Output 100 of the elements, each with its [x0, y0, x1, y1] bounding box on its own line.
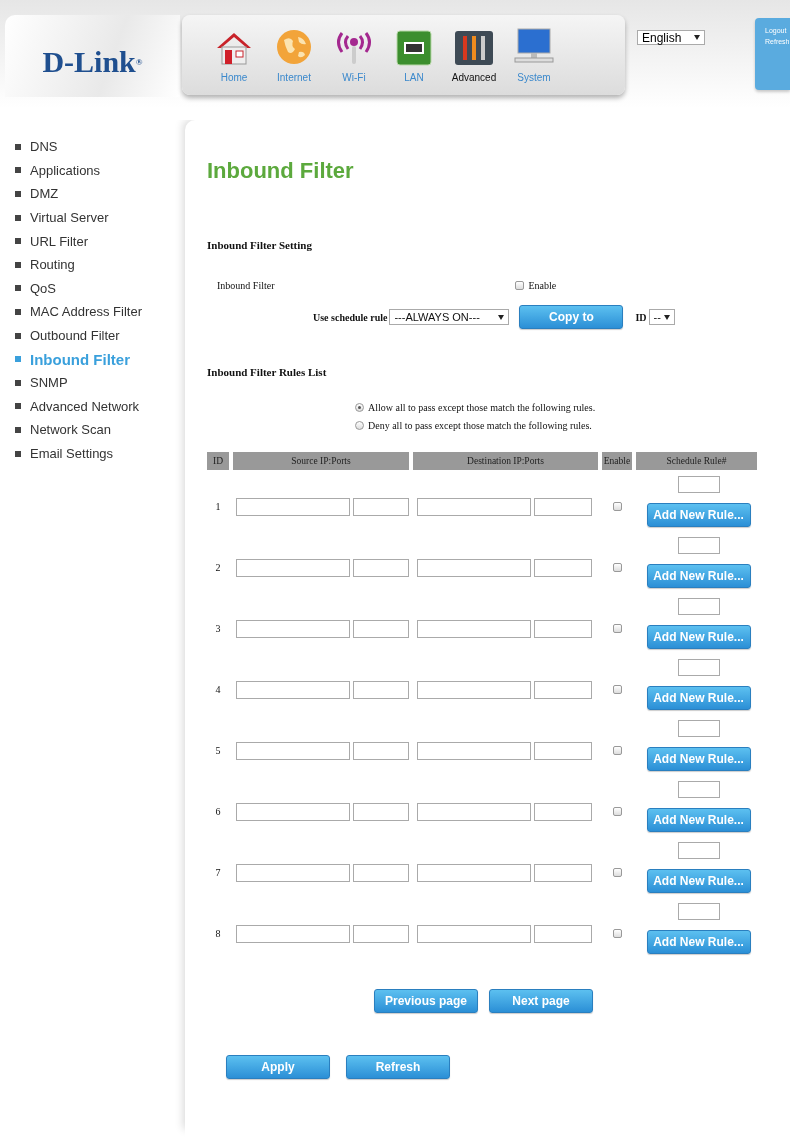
port-field[interactable] [353, 559, 409, 577]
tools-icon [454, 30, 494, 66]
add-rule-button[interactable]: Add New Rule... [646, 564, 751, 588]
checkbox[interactable] [612, 685, 622, 694]
ip-address-field[interactable] [236, 681, 351, 699]
schedule-rule-field[interactable] [677, 720, 720, 737]
ip-address-field[interactable] [417, 864, 531, 882]
radio-button[interactable] [355, 402, 364, 412]
checkbox[interactable] [612, 929, 622, 938]
sidebar-item[interactable]: Inbound Filter [30, 350, 130, 368]
section-heading: Inbound Filter Rules List [207, 366, 328, 378]
port-field[interactable] [353, 681, 409, 699]
port-field[interactable] [534, 681, 592, 699]
monitor-icon [514, 28, 554, 66]
port-field[interactable] [534, 925, 592, 943]
ip-address-field[interactable] [417, 498, 531, 516]
ip-address-field[interactable] [417, 925, 531, 943]
checkbox[interactable] [612, 807, 622, 816]
ip-address-field[interactable] [236, 864, 351, 882]
page-button[interactable]: Previous page [374, 989, 478, 1013]
add-rule-button[interactable]: Add New Rule... [646, 503, 751, 527]
schedule-rule-field[interactable] [677, 476, 720, 493]
schedule-rule-field[interactable] [677, 598, 720, 615]
checkbox[interactable] [612, 868, 622, 877]
port-field[interactable] [534, 498, 592, 516]
checkbox[interactable] [612, 502, 622, 511]
page-button[interactable]: Next page [489, 989, 593, 1013]
action-button[interactable]: Refresh [346, 1055, 450, 1079]
sidebar-item[interactable]: MAC Address Filter [30, 304, 142, 320]
sidebar-item[interactable]: URL Filter [30, 233, 89, 249]
port-field[interactable] [534, 803, 592, 821]
bullet-icon [15, 332, 21, 339]
port-field[interactable] [534, 559, 592, 577]
port-field[interactable] [353, 620, 409, 638]
add-rule-button[interactable]: Add New Rule... [646, 869, 751, 893]
row-id: 5 [215, 745, 221, 757]
schedule-rule-field[interactable] [677, 842, 720, 859]
port-field[interactable] [534, 864, 592, 882]
ip-address-field[interactable] [417, 803, 531, 821]
add-rule-button[interactable]: Add New Rule... [646, 747, 751, 771]
ip-address-field[interactable] [417, 681, 531, 699]
ip-address-field[interactable] [236, 803, 351, 821]
checkbox[interactable] [612, 563, 622, 572]
port-field[interactable] [353, 864, 409, 882]
checkbox[interactable] [514, 281, 524, 290]
sidebar-item[interactable]: Advanced Network [30, 398, 140, 414]
schedule-rule-field[interactable] [677, 537, 720, 554]
radio-button[interactable] [355, 420, 364, 430]
port-field[interactable] [353, 803, 409, 821]
ip-address-field[interactable] [417, 742, 531, 760]
dropdown-arrow-icon [498, 314, 505, 320]
id-select[interactable]: -- [648, 309, 675, 325]
sidebar-item[interactable]: DNS [30, 139, 58, 155]
port-field[interactable] [353, 925, 409, 943]
sidebar-item[interactable]: QoS [30, 280, 56, 296]
ip-address-field[interactable] [417, 559, 531, 577]
language-select[interactable]: English [637, 30, 705, 45]
ip-address-field[interactable] [417, 620, 531, 638]
column-header: Source IP:Ports [233, 452, 409, 470]
globe-icon [275, 28, 313, 66]
ip-address-field[interactable] [236, 620, 351, 638]
port-field[interactable] [534, 742, 592, 760]
schedule-select[interactable]: ---ALWAYS ON--- [389, 309, 510, 325]
schedule-rule-field[interactable] [677, 659, 720, 676]
add-rule-button[interactable]: Add New Rule... [646, 808, 751, 832]
schedule-rule-field[interactable] [677, 903, 720, 920]
sidebar-item[interactable]: DMZ [30, 186, 59, 202]
ip-address-field[interactable] [236, 498, 351, 516]
add-rule-button[interactable]: Add New Rule... [646, 930, 751, 954]
column-header: ID [207, 452, 229, 470]
checkbox[interactable] [612, 624, 622, 633]
nav-tab[interactable]: Home [204, 20, 264, 86]
copy-button[interactable]: Copy to [519, 305, 624, 329]
sidebar-item[interactable]: SNMP [30, 375, 68, 391]
bullet-icon [15, 143, 21, 150]
action-button[interactable]: Apply [226, 1055, 330, 1079]
sidebar-item[interactable]: Outbound Filter [30, 328, 120, 344]
nav-tab[interactable]: Internet [264, 20, 324, 86]
nav-tab[interactable]: System [504, 20, 564, 86]
page-title: Inbound Filter [207, 158, 355, 185]
port-field[interactable] [534, 620, 592, 638]
sidebar-item[interactable]: Applications [30, 162, 101, 178]
port-field[interactable] [353, 742, 409, 760]
nav-tab[interactable]: Wi-Fi [324, 20, 384, 86]
sidebar-item[interactable]: Virtual Server [30, 210, 109, 226]
nav-tab[interactable]: LAN [384, 20, 444, 86]
schedule-rule-field[interactable] [677, 781, 720, 798]
add-rule-button[interactable]: Add New Rule... [646, 625, 751, 649]
ip-address-field[interactable] [236, 742, 351, 760]
port-field[interactable] [353, 498, 409, 516]
dropdown-arrow-icon [663, 314, 670, 320]
row-id: 3 [215, 623, 221, 635]
sidebar-item[interactable]: Network Scan [30, 422, 111, 438]
ip-address-field[interactable] [236, 559, 351, 577]
sidebar-item[interactable]: Routing [30, 257, 75, 273]
add-rule-button[interactable]: Add New Rule... [646, 686, 751, 710]
ip-address-field[interactable] [236, 925, 351, 943]
checkbox[interactable] [612, 746, 622, 755]
nav-tab[interactable]: Advanced [444, 20, 504, 86]
sidebar-item[interactable]: Email Settings [30, 446, 114, 461]
